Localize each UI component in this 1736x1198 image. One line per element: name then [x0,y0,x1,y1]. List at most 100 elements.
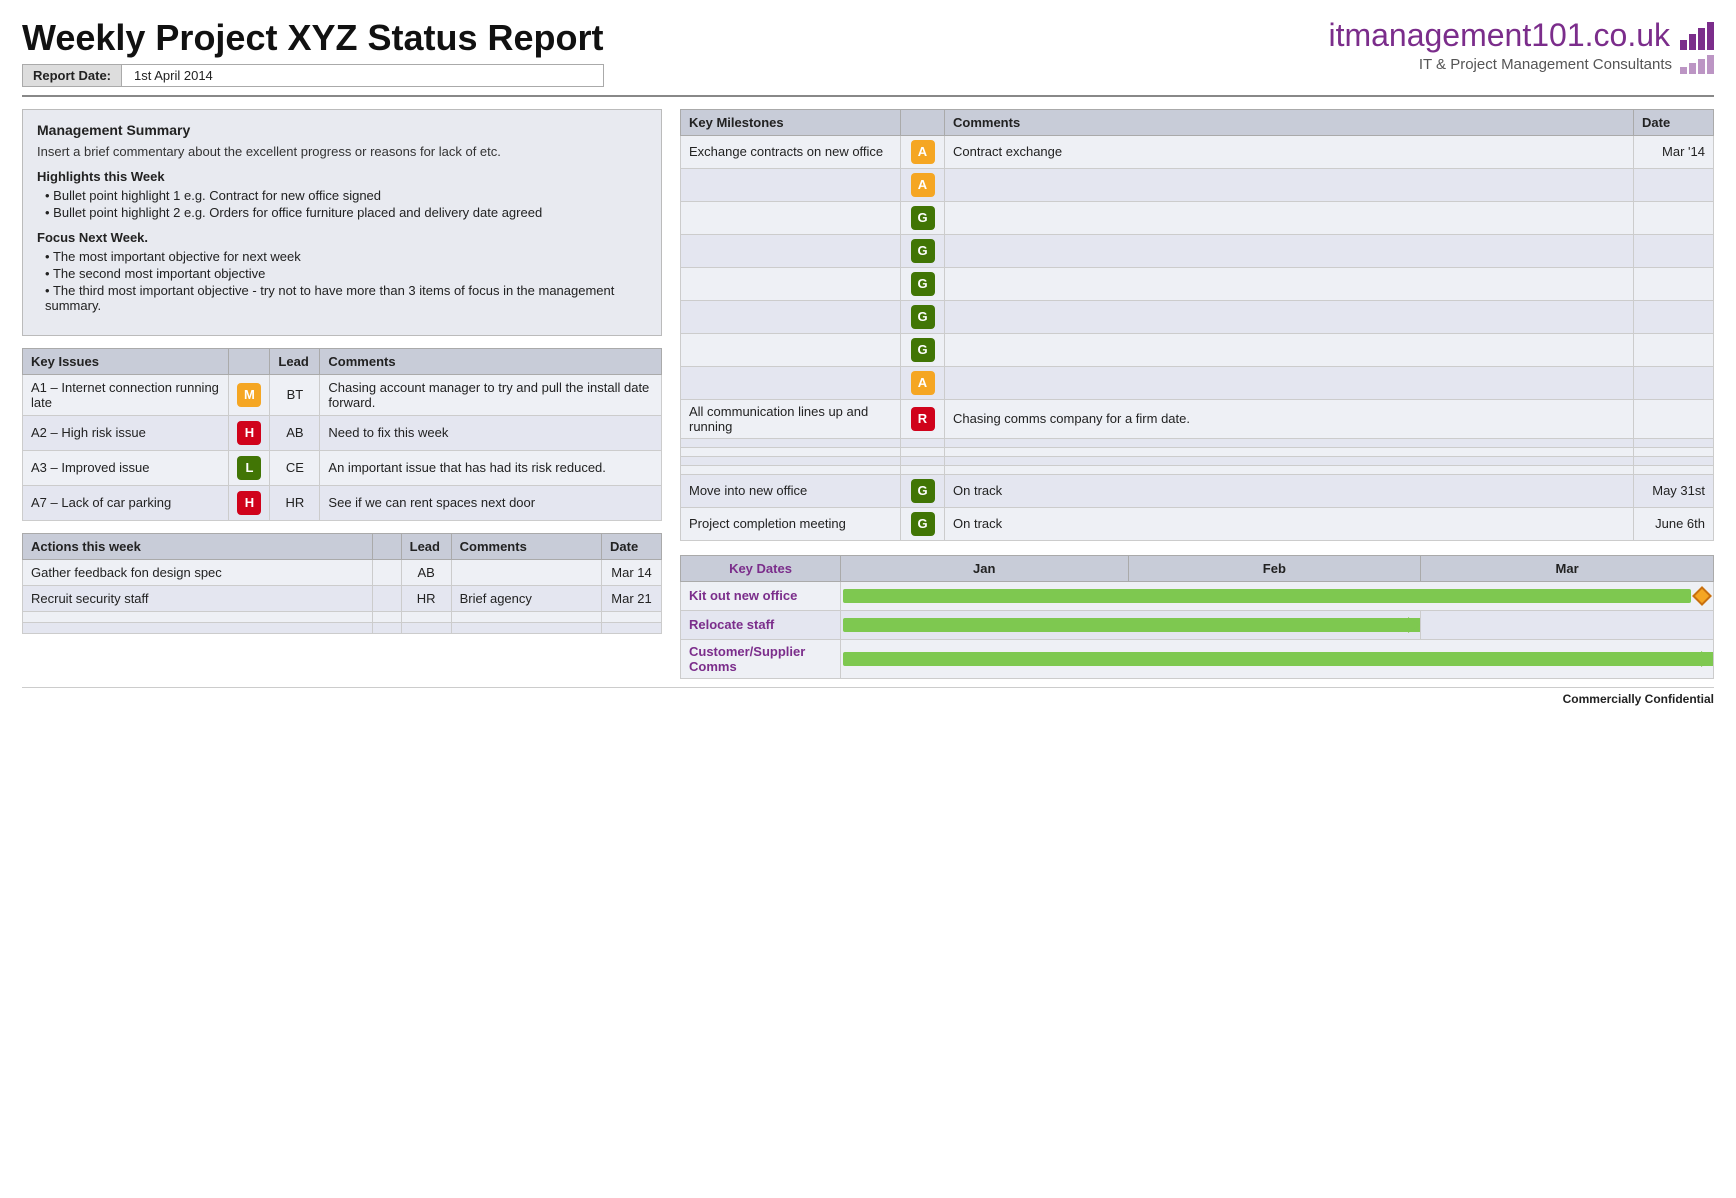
footer: Commercially Confidential [22,687,1714,706]
action-comments: Brief agency [451,585,601,611]
gantt-task-name: Kit out new office [681,581,841,610]
milestone-name [681,447,901,456]
table-row: Exchange contracts on new office A Contr… [681,135,1714,168]
action-lead: AB [401,559,451,585]
report-date-value: 1st April 2014 [122,65,225,86]
list-item: The most important objective for next we… [45,249,647,264]
issue-badge: H [229,485,270,520]
milestone-name: Project completion meeting [681,507,901,540]
milestone-name [681,300,901,333]
milestone-comments [945,168,1634,201]
table-row [681,456,1714,465]
table-row [23,611,662,622]
milestone-comments: Contract exchange [945,135,1634,168]
action-name [23,622,373,633]
gantt-row: Kit out new office [681,581,1714,610]
milestone-date [1634,366,1714,399]
gantt-task-name: Relocate staff [681,610,841,639]
col-header-jan: Jan [841,555,1129,581]
header: Weekly Project XYZ Status Report Report … [22,18,1714,97]
col-header-feb: Feb [1128,555,1421,581]
issue-comments: Chasing account manager to try and pull … [320,374,662,415]
milestone-status: G [901,267,945,300]
milestone-date [1634,399,1714,438]
milestone-comments [945,465,1634,474]
table-row [681,438,1714,447]
milestone-comments: On track [945,474,1634,507]
table-row: G [681,201,1714,234]
milestone-name [681,438,901,447]
milestone-date [1634,447,1714,456]
table-row: Gather feedback fon design spec AB Mar 1… [23,559,662,585]
table-row [23,622,662,633]
action-lead [401,622,451,633]
highlights-heading: Highlights this Week [37,169,647,184]
bar-chart-icon [1680,22,1714,50]
table-row: G [681,300,1714,333]
issue-badge: H [229,415,270,450]
milestone-status: A [901,135,945,168]
milestone-comments [945,234,1634,267]
milestone-status: G [901,474,945,507]
gantt-bar-cell [841,639,1714,678]
action-comments [451,622,601,633]
report-date-label: Report Date: [23,65,122,86]
brand-name: itmanagement101.co.uk [1328,18,1714,53]
milestone-status [901,465,945,474]
milestone-name [681,366,901,399]
action-date [602,622,662,633]
milestone-name [681,201,901,234]
col-header-key-dates: Key Dates [681,555,841,581]
milestone-date [1634,465,1714,474]
table-row: All communication lines up and running R… [681,399,1714,438]
gantt-task-name: Customer/Supplier Comms [681,639,841,678]
status-badge: R [911,407,935,431]
mgmt-intro: Insert a brief commentary about the exce… [37,144,647,159]
status-badge: A [911,371,935,395]
milestone-name [681,465,901,474]
milestone-comments [945,267,1634,300]
status-badge: H [237,491,261,515]
milestone-date [1634,168,1714,201]
status-badge: G [911,272,935,296]
milestone-comments: Chasing comms company for a firm date. [945,399,1634,438]
table-row: A [681,168,1714,201]
report-date-box: Report Date: 1st April 2014 [22,64,604,87]
col-header-lead: Lead [401,533,451,559]
milestone-status [901,447,945,456]
milestone-name: Move into new office [681,474,901,507]
issue-comments: An important issue that has had its risk… [320,450,662,485]
issue-comments: See if we can rent spaces next door [320,485,662,520]
table-row: A1 – Internet connection running late M … [23,374,662,415]
milestone-date [1634,267,1714,300]
gantt-section: Key Dates Jan Feb Mar Kit out new office [680,555,1714,679]
issue-lead: CE [270,450,320,485]
page: Weekly Project XYZ Status Report Report … [0,0,1736,1198]
focus-list: The most important objective for next we… [37,249,647,313]
milestone-name [681,333,901,366]
table-row: Project completion meeting G On track Ju… [681,507,1714,540]
milestone-comments [945,300,1634,333]
status-badge: G [911,206,935,230]
milestone-date [1634,456,1714,465]
milestone-status: A [901,168,945,201]
milestone-status: G [901,300,945,333]
milestone-name: All communication lines up and running [681,399,901,438]
col-header-lead: Lead [270,348,320,374]
table-row: G [681,333,1714,366]
table-row: G [681,234,1714,267]
table-row: G [681,267,1714,300]
status-badge: M [237,383,261,407]
col-header-date: Date [1634,109,1714,135]
gantt-bar-cell [841,610,1421,639]
milestone-date [1634,438,1714,447]
status-badge: G [911,305,935,329]
milestone-date [1634,333,1714,366]
issue-name: A3 – Improved issue [23,450,229,485]
action-comments [451,559,601,585]
milestones-table: Key Milestones Comments Date Exchange co… [680,109,1714,541]
status-badge: G [911,338,935,362]
milestone-status: G [901,507,945,540]
action-badge [373,611,402,622]
milestone-status [901,456,945,465]
